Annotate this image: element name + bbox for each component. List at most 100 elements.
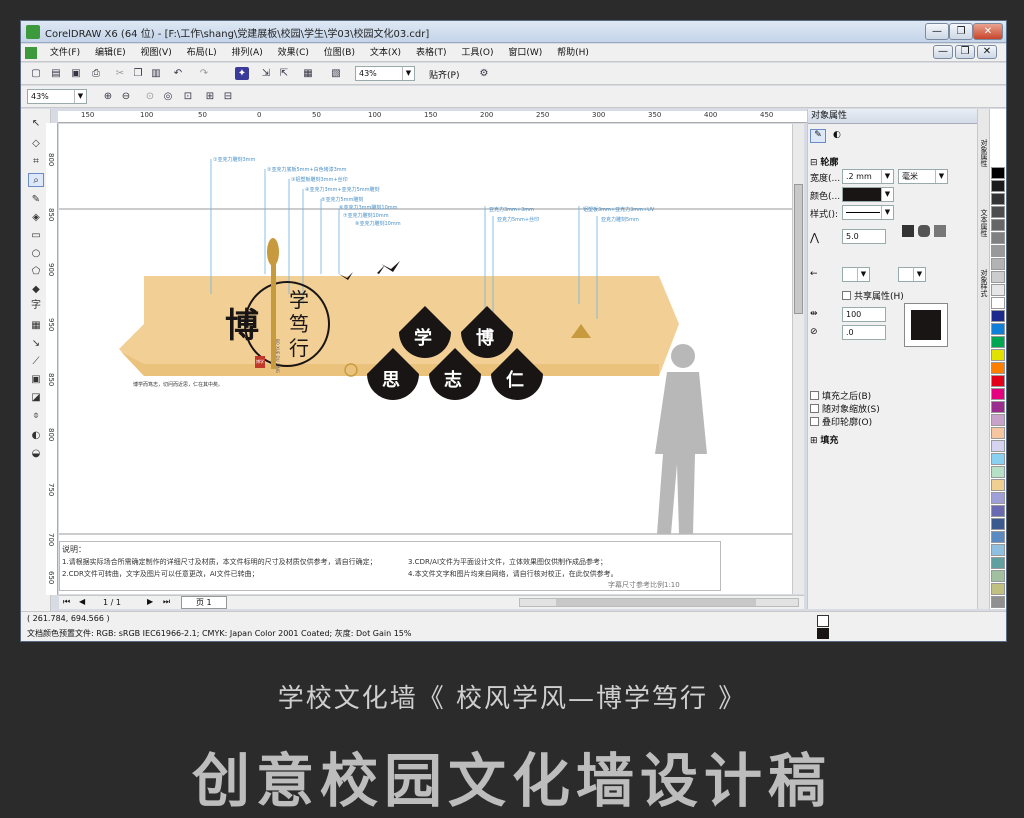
page-tab[interactable]: 页 1 bbox=[181, 596, 227, 609]
corner-round-icon[interactable] bbox=[918, 225, 930, 237]
palette-swatch[interactable] bbox=[991, 544, 1005, 556]
side-tab-object-props[interactable]: 对象属性 bbox=[979, 139, 989, 167]
print-icon[interactable]: ⎙ bbox=[89, 67, 103, 80]
zoom-combo[interactable]: 43% ▼ bbox=[27, 89, 87, 104]
palette-swatch[interactable] bbox=[991, 492, 1005, 504]
menu-text[interactable]: 文本(X) bbox=[364, 44, 407, 62]
palette-swatch[interactable] bbox=[991, 271, 1005, 283]
ellipse-tool-icon[interactable]: ○ bbox=[28, 247, 44, 261]
palette-swatch[interactable] bbox=[991, 531, 1005, 543]
palette-swatch[interactable] bbox=[991, 362, 1005, 374]
prev-page-icon[interactable]: ◀ bbox=[79, 597, 85, 606]
publish-pdf-icon[interactable]: ▦ bbox=[301, 67, 315, 80]
line-style-select[interactable]: ▼ bbox=[842, 205, 894, 220]
palette-swatch[interactable] bbox=[991, 414, 1005, 426]
palette-swatch[interactable] bbox=[991, 453, 1005, 465]
start-arrow-select[interactable]: ▼ bbox=[842, 267, 870, 282]
rectangle-tool-icon[interactable]: ▭ bbox=[28, 229, 44, 243]
palette-swatch[interactable] bbox=[991, 284, 1005, 296]
import-icon[interactable]: ⇲ bbox=[259, 67, 273, 80]
fill-none-swatch[interactable] bbox=[817, 615, 829, 627]
h-scroll-thumb[interactable] bbox=[556, 599, 756, 606]
redo-icon[interactable]: ↷ bbox=[197, 67, 211, 80]
corner-bevel-icon[interactable] bbox=[934, 225, 946, 237]
interactive-fill-icon[interactable]: ◒ bbox=[28, 447, 44, 461]
fill-behind-checkbox[interactable] bbox=[810, 391, 819, 400]
palette-swatch[interactable] bbox=[991, 232, 1005, 244]
text-tool-icon[interactable]: 字 bbox=[28, 299, 44, 313]
end-arrow-select[interactable]: ▼ bbox=[898, 267, 926, 282]
zoom-selected-icon[interactable]: ⊙ bbox=[143, 90, 157, 103]
menu-layout[interactable]: 布局(L) bbox=[181, 44, 223, 62]
paste-icon[interactable]: ▥ bbox=[149, 67, 163, 80]
palette-swatch[interactable] bbox=[991, 518, 1005, 530]
smart-fill-icon[interactable]: ◈ bbox=[28, 211, 44, 225]
minimize-button[interactable]: — bbox=[925, 23, 949, 40]
palette-swatch[interactable] bbox=[991, 349, 1005, 361]
menu-view[interactable]: 视图(V) bbox=[135, 44, 178, 62]
palette-swatch[interactable] bbox=[991, 479, 1005, 491]
palette-swatch[interactable] bbox=[991, 401, 1005, 413]
menu-arrange[interactable]: 排列(A) bbox=[226, 44, 269, 62]
menu-tools[interactable]: 工具(O) bbox=[455, 44, 499, 62]
palette-swatch[interactable] bbox=[991, 180, 1005, 192]
palette-swatch[interactable] bbox=[991, 206, 1005, 218]
dimension-tool-icon[interactable]: ↘ bbox=[28, 337, 44, 351]
snap-to-menu[interactable]: 贴齐(P) bbox=[429, 68, 459, 81]
save-icon[interactable]: ▣ bbox=[69, 67, 83, 80]
angle-input[interactable]: .0 bbox=[842, 325, 886, 340]
outline-color-picker[interactable]: ▼ bbox=[842, 187, 894, 202]
outline-section-header[interactable]: ⊟ 轮廓 bbox=[810, 155, 960, 168]
vertical-scrollbar[interactable] bbox=[792, 124, 804, 594]
drop-shadow-icon[interactable]: ▣ bbox=[28, 373, 44, 387]
copy-icon[interactable]: ❐ bbox=[131, 67, 145, 80]
doc-close-button[interactable]: ✕ bbox=[977, 45, 997, 59]
close-button[interactable]: ✕ bbox=[973, 23, 1003, 40]
doc-minimize-button[interactable]: — bbox=[933, 45, 953, 59]
palette-swatch[interactable] bbox=[991, 310, 1005, 322]
first-page-icon[interactable]: ⏮ bbox=[63, 597, 70, 607]
side-tab-text-props[interactable]: 文本属性 bbox=[979, 209, 989, 237]
connector-tool-icon[interactable]: ⟋ bbox=[28, 355, 44, 369]
menu-file[interactable]: 文件(F) bbox=[44, 44, 86, 62]
unit-select[interactable]: 毫米 ▼ bbox=[898, 169, 948, 184]
palette-swatch[interactable] bbox=[991, 167, 1005, 179]
palette-swatch[interactable] bbox=[991, 570, 1005, 582]
palette-swatch[interactable] bbox=[991, 388, 1005, 400]
polygon-tool-icon[interactable]: ⬠ bbox=[28, 265, 44, 279]
palette-swatch[interactable] bbox=[991, 258, 1005, 270]
menu-help[interactable]: 帮助(H) bbox=[551, 44, 595, 62]
palette-swatch[interactable] bbox=[991, 427, 1005, 439]
options-icon[interactable]: ⚙ bbox=[477, 67, 491, 80]
horizontal-scrollbar[interactable] bbox=[519, 598, 799, 607]
scale-with-checkbox[interactable] bbox=[810, 404, 819, 413]
palette-swatch[interactable] bbox=[991, 336, 1005, 348]
menu-effects[interactable]: 效果(C) bbox=[272, 44, 315, 62]
palette-swatch[interactable] bbox=[991, 466, 1005, 478]
palette-swatch[interactable] bbox=[991, 375, 1005, 387]
overprint-row[interactable]: 叠印轮廓(O) bbox=[810, 415, 960, 428]
maximize-button[interactable]: ❐ bbox=[949, 23, 973, 40]
corner-miter-icon[interactable] bbox=[902, 225, 914, 237]
palette-swatch[interactable] bbox=[991, 505, 1005, 517]
outline-tab-icon[interactable]: ✎ bbox=[810, 129, 826, 143]
doc-restore-button[interactable]: ❐ bbox=[955, 45, 975, 59]
scroll-thumb[interactable] bbox=[794, 184, 803, 314]
zoom-in-icon[interactable]: ⊕ bbox=[101, 90, 115, 103]
undo-icon[interactable]: ↶ bbox=[171, 67, 185, 80]
palette-swatch[interactable] bbox=[991, 193, 1005, 205]
transparency-icon[interactable]: ◪ bbox=[28, 391, 44, 405]
chevron-down-icon[interactable]: ▼ bbox=[402, 67, 414, 80]
nib-preview[interactable] bbox=[904, 303, 948, 347]
overprint-checkbox[interactable] bbox=[810, 417, 819, 426]
palette-swatch[interactable] bbox=[991, 323, 1005, 335]
next-page-icon[interactable]: ▶ bbox=[147, 597, 153, 606]
miter-limit-input[interactable]: 5.0 bbox=[842, 229, 886, 244]
palette-swatch[interactable] bbox=[991, 219, 1005, 231]
outline-color-swatch[interactable] bbox=[817, 628, 829, 639]
zoom-all-icon[interactable]: ◎ bbox=[161, 90, 175, 103]
open-icon[interactable]: ▤ bbox=[49, 67, 63, 80]
menu-bitmaps[interactable]: 位图(B) bbox=[318, 44, 361, 62]
color-profile-info[interactable]: 文档颜色预置文件: RGB: sRGB IEC61966-2.1; CMYK: … bbox=[27, 628, 411, 639]
drawing-canvas[interactable]: 博 学笃行 BO XUE DU XING 博学 博学而笃志，切问而近思，仁在其中… bbox=[59, 124, 792, 594]
